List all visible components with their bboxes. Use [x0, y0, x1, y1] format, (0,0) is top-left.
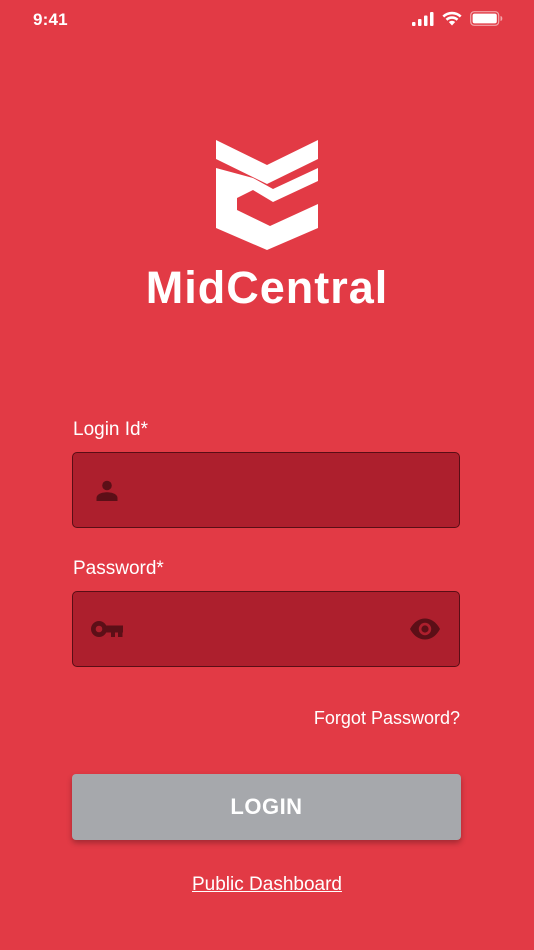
login-button[interactable]: LOGIN — [72, 774, 461, 840]
cellular-signal-icon — [412, 11, 434, 26]
login-id-input[interactable] — [133, 453, 407, 529]
login-id-label: Login Id* — [73, 419, 149, 440]
status-icons — [412, 11, 503, 26]
public-dashboard-container: Public Dashboard — [0, 874, 534, 896]
midcentral-logo-icon — [216, 140, 318, 250]
forgot-password-link[interactable]: Forgot Password? — [314, 708, 460, 729]
status-bar: 9:41 — [0, 0, 534, 40]
battery-icon — [470, 11, 503, 26]
password-label: Password* — [73, 558, 164, 579]
key-icon — [91, 621, 123, 637]
login-id-field[interactable] — [72, 452, 460, 529]
password-field[interactable] — [72, 591, 460, 668]
password-input[interactable] — [133, 592, 407, 668]
public-dashboard-link[interactable]: Public Dashboard — [192, 874, 342, 895]
eye-icon[interactable] — [409, 618, 441, 640]
user-icon — [96, 480, 118, 501]
brand-name: MidCentral — [145, 262, 389, 313]
status-time: 9:41 — [33, 10, 68, 29]
wifi-icon — [442, 11, 462, 26]
